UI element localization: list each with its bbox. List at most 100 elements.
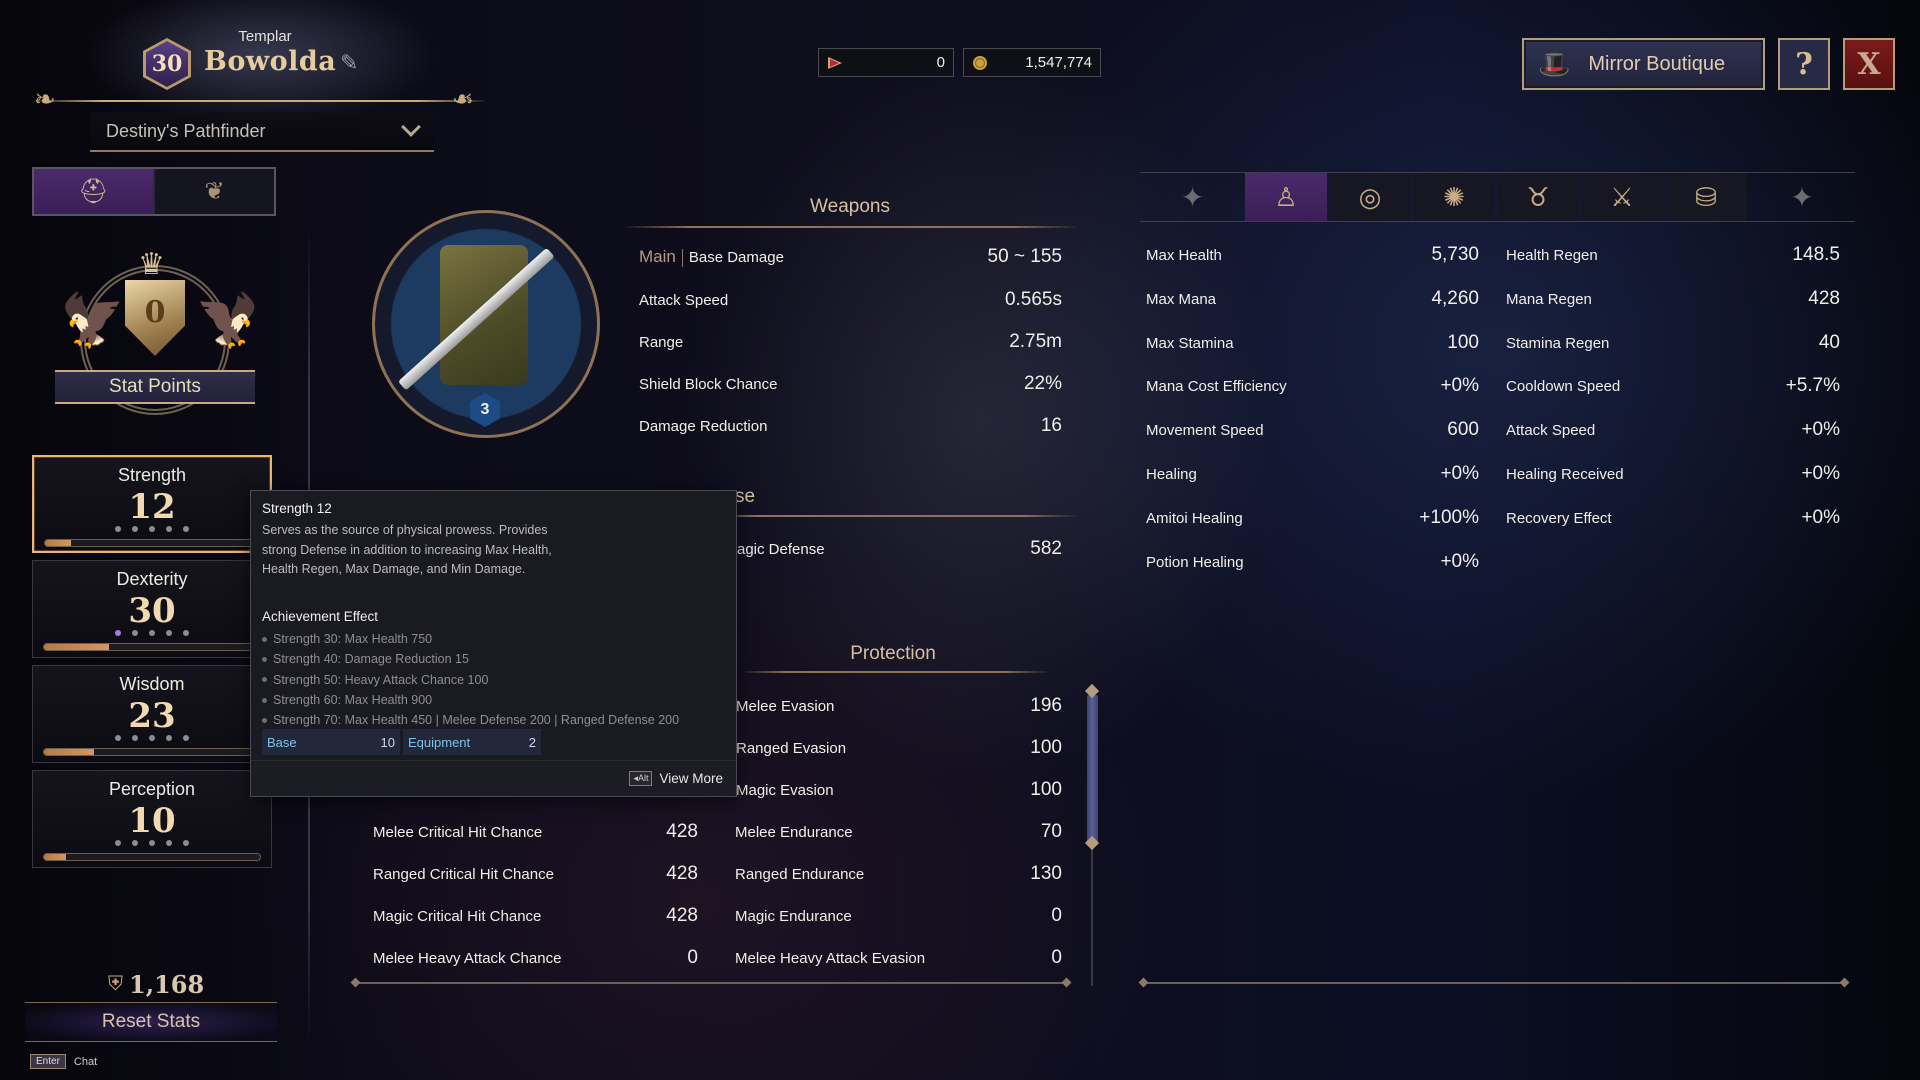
row-value: 428 xyxy=(666,863,698,884)
help-button[interactable]: ? xyxy=(1778,38,1830,90)
row-value: 428 xyxy=(666,905,698,926)
protection-row: Ranged Evasion 100 xyxy=(736,737,1062,759)
vital-row: Healing +0% xyxy=(1146,463,1479,485)
stat-name: Dexterity xyxy=(116,569,188,589)
chevron-down-icon xyxy=(401,117,421,137)
tab-beast[interactable]: ✺ xyxy=(1413,173,1495,221)
stat-progress-bar xyxy=(43,748,261,756)
row-value: +0% xyxy=(1801,419,1840,440)
tab-body[interactable]: ♙ xyxy=(1245,173,1327,221)
breakdown-label: Equipment xyxy=(408,734,471,750)
row-value: +0% xyxy=(1440,551,1479,572)
row-label: Melee Heavy Attack Evasion xyxy=(735,949,926,967)
help-book-icon: ? xyxy=(1795,46,1813,82)
row-label: Melee Heavy Attack Chance xyxy=(373,949,562,967)
protection-row: Melee Heavy Attack Evasion 0 xyxy=(735,947,1062,969)
tab-coins[interactable]: ⛁ xyxy=(1665,173,1747,221)
defense-heading: se xyxy=(735,486,756,507)
row-label: Melee Evasion xyxy=(736,697,835,715)
griffin-right-icon: 🦅 xyxy=(195,292,260,350)
row-value: 0 xyxy=(1051,947,1062,968)
stat-card-strength[interactable]: Strength 12 xyxy=(32,455,272,553)
stat-name: Perception xyxy=(108,779,196,799)
wolf-head-icon: ✺ xyxy=(1443,181,1465,212)
reset-token-icon: ⛨ xyxy=(108,973,123,995)
milestone-dot xyxy=(149,735,155,741)
offense-row: Magic Critical Hit Chance 428 xyxy=(373,905,698,927)
stat-breakdown: Base 10 Equipment 2 xyxy=(262,729,541,755)
scrollbar-thumb[interactable] xyxy=(1087,695,1098,845)
stat-value: 23 xyxy=(128,696,176,736)
vital-row: Max Mana 4,260 xyxy=(1146,288,1479,310)
milestone-dot xyxy=(183,840,189,846)
row-value: +0% xyxy=(1440,375,1479,396)
row-label: Max Health xyxy=(1146,246,1222,264)
milestone-dot xyxy=(132,526,138,532)
row-label: Attack Speed xyxy=(1506,421,1596,439)
stat-value: 10 xyxy=(128,801,176,841)
vital-row: Mana Regen 428 xyxy=(1506,288,1840,310)
alt-key-cap: ◂Alt xyxy=(629,771,653,786)
row-label: agic Defense xyxy=(737,540,825,558)
row-value: 0 xyxy=(1051,905,1062,926)
vital-row: Stamina Regen 40 xyxy=(1506,332,1840,354)
row-label: Magic Evasion xyxy=(736,781,834,799)
row-value: 70 xyxy=(1040,821,1062,842)
weapon-row-damage-reduction: Damage Reduction 16 xyxy=(639,415,1062,437)
stat-category-tabs: ✦ ♙ ◎ ✺ ♉ ⚔ ⛁ ✦ xyxy=(1140,172,1855,222)
row-value: 50 ~ 155 xyxy=(987,246,1063,267)
stat-value: 12 xyxy=(128,487,176,527)
title-dropdown[interactable]: Destiny's Pathfinder xyxy=(90,112,434,152)
milestone-dots xyxy=(33,630,271,636)
stat-card-dexterity[interactable]: Dexterity 30 xyxy=(32,560,272,658)
tooltip-footer: ◂Alt View More xyxy=(251,760,736,796)
achievement-list: Strength 30: Max Health 750 Strength 40:… xyxy=(262,629,679,730)
row-label: Ranged Critical Hit Chance xyxy=(373,865,554,883)
row-value: 0.565s xyxy=(1004,289,1062,310)
row-value: 40 xyxy=(1818,332,1840,353)
view-more-link[interactable]: View More xyxy=(659,771,723,786)
reset-cost: ⛨ 1,168 xyxy=(108,970,204,999)
tab-demon[interactable]: ♉ xyxy=(1497,173,1579,221)
header-divider xyxy=(34,100,484,102)
body-icon: ♙ xyxy=(1274,181,1298,212)
row-value: 130 xyxy=(1030,863,1062,884)
close-button[interactable]: X xyxy=(1843,38,1895,90)
mirror-boutique-button[interactable]: 🎩 Mirror Boutique xyxy=(1522,38,1765,90)
tab-combat[interactable]: ⚔ xyxy=(1581,173,1663,221)
defense-heading-divider xyxy=(700,515,1080,517)
vital-row: Health Regen 148.5 xyxy=(1506,244,1840,266)
tooltip-description: Serves as the source of physical prowess… xyxy=(262,523,552,576)
tab-traits[interactable]: ❦ xyxy=(153,169,274,214)
demon-skull-icon: ♉ xyxy=(1526,181,1550,212)
tab-vortex[interactable]: ◎ xyxy=(1329,173,1411,221)
milestone-dot xyxy=(183,630,189,636)
ornament-right-icon: ✦ xyxy=(1790,181,1814,213)
protection-row: Ranged Endurance 130 xyxy=(735,863,1062,885)
row-label: Shield Block Chance xyxy=(639,375,778,393)
quill-edit-icon[interactable]: ✎ xyxy=(340,50,368,78)
row-value: 16 xyxy=(1040,415,1062,436)
currency-gold: 1,547,774 xyxy=(963,48,1101,77)
row-value: 196 xyxy=(1030,695,1062,716)
tab-character-stats[interactable]: ⛑ xyxy=(34,169,153,214)
row-label: Movement Speed xyxy=(1146,421,1264,439)
stat-card-perception[interactable]: Perception 10 xyxy=(32,770,272,868)
vital-row: Cooldown Speed +5.7% xyxy=(1506,375,1840,397)
row-value: +0% xyxy=(1801,507,1840,528)
chat-label[interactable]: Chat xyxy=(74,1056,97,1068)
top-hat-icon: 🎩 xyxy=(1538,48,1571,79)
row-label: Magic Critical Hit Chance xyxy=(373,907,542,925)
milestone-dots xyxy=(34,526,270,532)
separator xyxy=(681,249,683,268)
currency-gems-value: 0 xyxy=(936,54,945,71)
mirror-boutique-label: Mirror Boutique xyxy=(1588,52,1726,75)
title-dropdown-value: Destiny's Pathfinder xyxy=(106,120,266,141)
milestone-dot xyxy=(115,630,121,636)
achievement-item: Strength 70: Max Health 450 | Melee Defe… xyxy=(262,710,679,730)
breakdown-label: Base xyxy=(267,734,297,750)
stat-name: Strength xyxy=(117,465,187,485)
reset-stats-button[interactable]: Reset Stats xyxy=(25,1002,277,1042)
achievement-heading: Achievement Effect xyxy=(262,609,379,624)
stat-card-wisdom[interactable]: Wisdom 23 xyxy=(32,665,272,763)
